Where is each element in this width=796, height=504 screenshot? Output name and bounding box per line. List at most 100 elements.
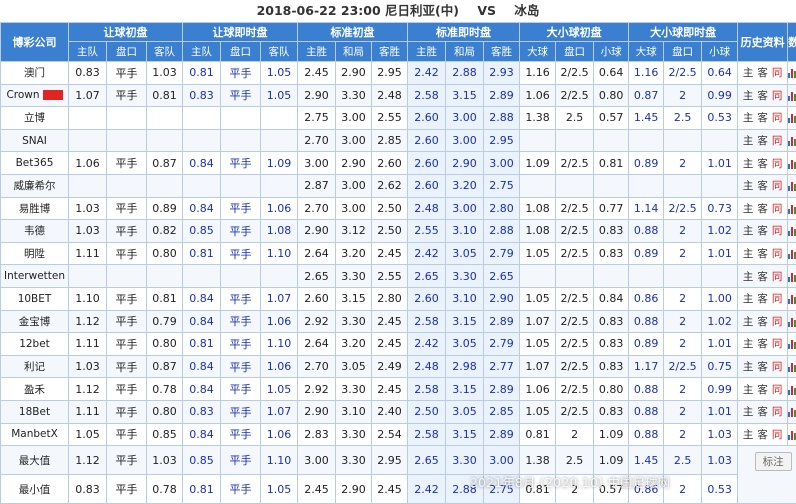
history-link-home[interactable]: 主 bbox=[743, 291, 754, 306]
history-link-same[interactable]: 同 bbox=[772, 110, 783, 125]
odds-cell: 1.17 bbox=[628, 354, 665, 379]
history-link-away[interactable]: 客 bbox=[757, 427, 768, 442]
note-button[interactable]: 标注 bbox=[754, 452, 792, 472]
odds-cell: 0.80 bbox=[146, 399, 183, 424]
odds-cell: 0.78 bbox=[146, 474, 183, 504]
bar-chart-icon[interactable] bbox=[788, 91, 796, 101]
bar-chart-icon[interactable] bbox=[788, 181, 796, 192]
company-name[interactable]: ManbetX bbox=[0, 422, 69, 447]
company-name[interactable]: 金宝博 bbox=[0, 309, 69, 334]
history-link-home[interactable]: 主 bbox=[743, 404, 754, 419]
history-link-home[interactable]: 主 bbox=[743, 359, 754, 374]
company-name[interactable]: Interwetten bbox=[0, 264, 69, 288]
company-name[interactable]: SNAI bbox=[0, 128, 69, 153]
bar-chart-icon[interactable] bbox=[788, 407, 796, 418]
history-link-same[interactable]: 同 bbox=[772, 314, 783, 329]
history-link-away[interactable]: 客 bbox=[757, 246, 768, 261]
history-link-home[interactable]: 主 bbox=[743, 156, 754, 171]
bar-chart-icon[interactable] bbox=[788, 226, 796, 237]
history-link-home[interactable]: 主 bbox=[743, 65, 754, 80]
bar-chart-icon[interactable] bbox=[788, 68, 796, 79]
history-link-same[interactable]: 同 bbox=[772, 65, 783, 80]
company-name[interactable]: 澳门 bbox=[0, 61, 69, 85]
history-link-away[interactable]: 客 bbox=[757, 314, 768, 329]
bar-chart-icon[interactable] bbox=[788, 204, 796, 214]
odds-cell bbox=[146, 173, 183, 198]
history-link-away[interactable]: 客 bbox=[757, 382, 768, 397]
company-name[interactable]: 易胜博 bbox=[0, 196, 69, 221]
company-name[interactable]: Bet365 bbox=[0, 151, 69, 175]
history-links: 主客同 bbox=[737, 241, 789, 266]
history-link-home[interactable]: 主 bbox=[743, 110, 754, 125]
history-link-same[interactable]: 同 bbox=[772, 178, 783, 193]
bar-chart-icon[interactable] bbox=[788, 159, 796, 169]
history-link-same[interactable]: 同 bbox=[772, 223, 783, 238]
history-link-home[interactable]: 主 bbox=[743, 133, 754, 148]
history-link-away[interactable]: 客 bbox=[757, 336, 768, 351]
odds-cell: 2.58 bbox=[407, 377, 447, 401]
history-link-same[interactable]: 同 bbox=[772, 404, 783, 419]
history-link-home[interactable]: 主 bbox=[743, 382, 754, 397]
history-link-same[interactable]: 同 bbox=[772, 133, 783, 148]
history-link-away[interactable]: 客 bbox=[757, 223, 768, 238]
company-name[interactable]: Crown bbox=[0, 83, 69, 108]
bar-chart-icon[interactable] bbox=[788, 136, 796, 147]
history-link-same[interactable]: 同 bbox=[772, 382, 783, 397]
company-name[interactable]: 韦德 bbox=[0, 219, 69, 243]
history-link-home[interactable]: 主 bbox=[743, 88, 754, 103]
odds-cell: 1.06 bbox=[259, 309, 299, 334]
history-link-same[interactable]: 同 bbox=[772, 88, 783, 103]
bar-chart-icon[interactable] bbox=[788, 317, 796, 327]
history-link-home[interactable]: 主 bbox=[743, 427, 754, 442]
history-link-away[interactable]: 客 bbox=[757, 404, 768, 419]
company-name[interactable]: 立博 bbox=[0, 106, 69, 130]
history-link-home[interactable]: 主 bbox=[743, 201, 754, 216]
odds-cell: 2.45 bbox=[371, 241, 409, 266]
history-link-away[interactable]: 客 bbox=[757, 156, 768, 171]
odds-cell: 0.84 bbox=[593, 286, 630, 311]
history-link-away[interactable]: 客 bbox=[757, 133, 768, 148]
history-link-same[interactable]: 同 bbox=[772, 269, 783, 284]
table-row: 12bet 1.11 平手 0.80 0.81 平手 1.10 2.64 3.20 2.45 2.4… bbox=[0, 332, 796, 356]
history-link-away[interactable]: 客 bbox=[757, 291, 768, 306]
history-link-away[interactable]: 客 bbox=[757, 269, 768, 284]
company-name[interactable]: 威廉希尔 bbox=[0, 173, 69, 198]
company-name[interactable]: 10BET bbox=[0, 286, 69, 311]
history-link-away[interactable]: 客 bbox=[757, 178, 768, 193]
bar-chart-icon[interactable] bbox=[788, 385, 796, 395]
history-link-home[interactable]: 主 bbox=[743, 269, 754, 284]
bar-chart-icon[interactable] bbox=[788, 339, 796, 350]
odds-cell: 2 bbox=[663, 377, 703, 401]
company-name[interactable]: 明陞 bbox=[0, 241, 69, 266]
history-link-away[interactable]: 客 bbox=[757, 88, 768, 103]
history-link-same[interactable]: 同 bbox=[772, 291, 783, 306]
history-link-same[interactable]: 同 bbox=[772, 359, 783, 374]
bar-chart-icon[interactable] bbox=[788, 113, 796, 124]
history-link-away[interactable]: 客 bbox=[757, 110, 768, 125]
history-link-home[interactable]: 主 bbox=[743, 223, 754, 238]
company-name[interactable]: 12bet bbox=[0, 332, 69, 356]
history-link-same[interactable]: 同 bbox=[772, 156, 783, 171]
history-link-same[interactable]: 同 bbox=[772, 427, 783, 442]
history-link-home[interactable]: 主 bbox=[743, 314, 754, 329]
history-link-same[interactable]: 同 bbox=[772, 246, 783, 261]
company-name[interactable]: 利记 bbox=[0, 354, 69, 379]
history-link-home[interactable]: 主 bbox=[743, 246, 754, 261]
history-link-same[interactable]: 同 bbox=[772, 336, 783, 351]
history-link-away[interactable]: 客 bbox=[757, 359, 768, 374]
company-name[interactable]: 18Bet bbox=[0, 399, 69, 424]
odds-cell: 平手 bbox=[106, 332, 147, 356]
history-link-home[interactable]: 主 bbox=[743, 178, 754, 193]
bar-chart-icon[interactable] bbox=[788, 362, 796, 373]
bar-chart-icon[interactable] bbox=[788, 272, 796, 282]
odds-cell: 平手 bbox=[106, 151, 147, 175]
bar-chart-icon[interactable] bbox=[788, 249, 796, 260]
bar-chart-icon[interactable] bbox=[788, 294, 796, 305]
history-link-same[interactable]: 同 bbox=[772, 201, 783, 216]
company-name[interactable]: 盈禾 bbox=[0, 377, 69, 401]
history-link-away[interactable]: 客 bbox=[757, 65, 768, 80]
bar-chart-icon[interactable] bbox=[788, 430, 796, 440]
history-link-home[interactable]: 主 bbox=[743, 336, 754, 351]
odds-cell: 3.15 bbox=[445, 309, 485, 334]
history-link-away[interactable]: 客 bbox=[757, 201, 768, 216]
